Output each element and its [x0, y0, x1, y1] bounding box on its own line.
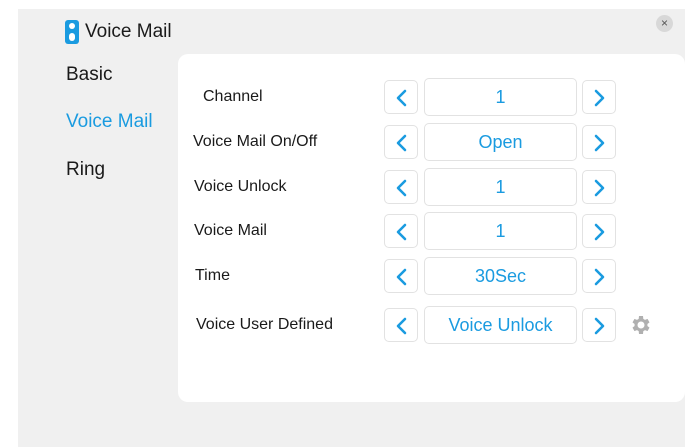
voice-unlock-label: Voice Unlock [194, 178, 287, 195]
voice-unlock-value[interactable]: 1 [424, 168, 577, 206]
voice-unlock-next-button[interactable] [582, 170, 616, 204]
voice-user-defined-value[interactable]: Voice Unlock [424, 306, 577, 344]
time-next-button[interactable] [582, 259, 616, 293]
voice-mail-prev-button[interactable] [384, 214, 418, 248]
voice-mail-on-off-prev-button[interactable] [384, 125, 418, 159]
voice-mail-label: Voice Mail [194, 222, 267, 239]
chevron-left-icon [396, 223, 407, 241]
channel-prev-button[interactable] [384, 80, 418, 114]
voice-user-defined-prev-button[interactable] [384, 308, 418, 342]
title-bar: Voice Mail [65, 19, 172, 45]
voice-unlock-prev-button[interactable] [384, 170, 418, 204]
chevron-right-icon [594, 89, 605, 107]
voice-user-defined-label: Voice User Defined [196, 316, 333, 333]
gear-icon[interactable] [628, 313, 652, 337]
chevron-left-icon [396, 134, 407, 152]
close-button[interactable]: × [656, 15, 673, 32]
channel-value[interactable]: 1 [424, 78, 577, 116]
voice-mail-on-off-label: Voice Mail On/Off [193, 133, 318, 150]
voice-mail-value[interactable]: 1 [424, 212, 577, 250]
chevron-left-icon [396, 268, 407, 286]
sidebar-item-voice-mail[interactable]: Voice Mail [66, 111, 153, 133]
time-label: Time [195, 267, 230, 284]
sidebar-item-ring[interactable]: Ring [66, 159, 105, 181]
voice-user-defined-next-button[interactable] [582, 308, 616, 342]
chevron-right-icon [594, 317, 605, 335]
voice-mail-on-off-value[interactable]: Open [424, 123, 577, 161]
voice-mail-icon [65, 20, 79, 44]
voice-mail-on-off-next-button[interactable] [582, 125, 616, 159]
chevron-right-icon [594, 179, 605, 197]
channel-label: Channel [203, 88, 263, 105]
close-icon[interactable]: × [661, 16, 668, 30]
chevron-left-icon [396, 89, 407, 107]
sidebar-item-basic[interactable]: Basic [66, 64, 112, 86]
voice-mail-next-button[interactable] [582, 214, 616, 248]
chevron-right-icon [594, 223, 605, 241]
window-title: Voice Mail [85, 21, 172, 42]
channel-next-button[interactable] [582, 80, 616, 114]
chevron-left-icon [396, 179, 407, 197]
chevron-right-icon [594, 268, 605, 286]
time-prev-button[interactable] [384, 259, 418, 293]
time-value[interactable]: 30Sec [424, 257, 577, 295]
chevron-right-icon [594, 134, 605, 152]
chevron-left-icon [396, 317, 407, 335]
